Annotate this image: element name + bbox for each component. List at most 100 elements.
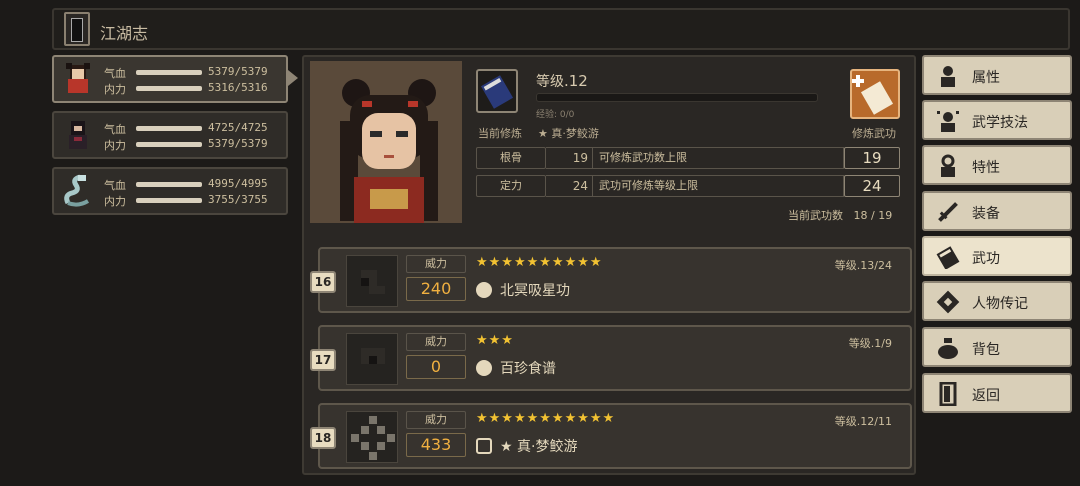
team-member-1[interactable]: 气血 5379/5379 内力 5316/5316 bbox=[52, 55, 288, 103]
attribute-name: 定力 bbox=[476, 175, 546, 197]
train-skill-label: 修炼武功 bbox=[852, 127, 896, 140]
menu-traits[interactable]: 特性 bbox=[922, 145, 1072, 185]
mp-row: 内力 5316/5316 bbox=[104, 81, 284, 96]
power-label: 威力 bbox=[406, 255, 466, 273]
skill-name: 北冥吸星功 bbox=[500, 283, 570, 299]
hp-bar bbox=[136, 182, 202, 187]
mp-value: 5379/5379 bbox=[208, 137, 268, 150]
attribute-row-bone: 根骨 19 可修炼武功数上限 19 bbox=[476, 147, 900, 169]
lock-icon bbox=[476, 438, 492, 454]
attribute-desc: 武功可修炼等级上限 bbox=[592, 175, 844, 197]
skill-name: ★ 真·梦鲛游 bbox=[500, 439, 578, 455]
menu-label: 背包 bbox=[972, 342, 1000, 358]
character-portrait-icon bbox=[69, 121, 87, 149]
skill-index-badge: 17 bbox=[310, 349, 336, 371]
menu-biography[interactable]: 人物传记 bbox=[922, 281, 1072, 321]
door-icon bbox=[939, 382, 957, 406]
power-value: 240 bbox=[406, 277, 466, 301]
menu-equipment[interactable]: 装备 bbox=[922, 191, 1072, 231]
team-member-2[interactable]: 气血 4725/4725 内力 5379/5379 bbox=[52, 111, 288, 159]
person-outline-icon bbox=[941, 154, 955, 177]
menu-label: 人物传记 bbox=[972, 296, 1028, 312]
star-rating: ★★★★★★★★★★★ bbox=[476, 411, 616, 426]
yin-yang-icon bbox=[476, 360, 492, 376]
attribute-limit: 24 bbox=[844, 175, 900, 197]
mp-label: 内力 bbox=[104, 83, 126, 96]
attribute-limit: 19 bbox=[844, 147, 900, 169]
character-portrait-icon bbox=[66, 63, 90, 93]
power-label: 威力 bbox=[406, 333, 466, 351]
train-book-icon bbox=[852, 75, 894, 115]
hp-bar bbox=[136, 70, 202, 75]
skill-pattern-icon bbox=[346, 255, 398, 307]
skill-pattern-icon bbox=[346, 411, 398, 463]
menu-label: 返回 bbox=[972, 388, 1000, 404]
skill-level: 等级.13/24 bbox=[834, 259, 892, 272]
menu-martial-arts[interactable]: 武功 bbox=[922, 236, 1072, 276]
mp-bar bbox=[136, 142, 202, 147]
menu-attributes[interactable]: 属性 bbox=[922, 55, 1072, 95]
skill-card[interactable]: 威力 240 ★★★★★★★★★★ 等级.13/24 北冥吸星功 bbox=[318, 247, 912, 313]
hp-value: 5379/5379 bbox=[208, 65, 268, 78]
power-value: 0 bbox=[406, 355, 466, 379]
star-rating: ★★★ bbox=[476, 333, 514, 348]
team-member-3[interactable]: 气血 4995/4995 内力 3755/3755 bbox=[52, 167, 288, 215]
attribute-value: 19 bbox=[546, 147, 592, 169]
current-training-label: 当前修炼 bbox=[478, 127, 522, 140]
exp-bar bbox=[536, 93, 818, 102]
hp-label: 气血 bbox=[104, 179, 126, 192]
mp-bar bbox=[136, 86, 202, 91]
hp-row: 气血 4995/4995 bbox=[104, 177, 284, 192]
menu-martial-techniques[interactable]: 武学技法 bbox=[922, 100, 1072, 140]
menu-inventory[interactable]: 背包 bbox=[922, 327, 1072, 367]
skill-pattern-icon bbox=[346, 333, 398, 385]
skill-count-value: 18 / 19 bbox=[853, 209, 893, 222]
attribute-desc: 可修炼武功数上限 bbox=[592, 147, 844, 169]
skill-index-badge: 18 bbox=[310, 427, 336, 449]
hero-portrait bbox=[310, 61, 462, 223]
attribute-name: 根骨 bbox=[476, 147, 546, 169]
skill-count: 当前武功数 18 / 19 bbox=[788, 207, 892, 223]
current-training-value: ★ 真·梦鲛游 bbox=[538, 127, 599, 140]
book-icon bbox=[936, 246, 960, 269]
page-title: 江湖志 bbox=[100, 24, 149, 43]
mp-label: 内力 bbox=[104, 195, 126, 208]
power-value: 433 bbox=[406, 433, 466, 457]
person-icon bbox=[941, 66, 955, 87]
train-skill-button[interactable] bbox=[850, 69, 900, 119]
skill-level: 等级.12/11 bbox=[834, 415, 892, 428]
hp-value: 4995/4995 bbox=[208, 177, 268, 190]
star-rating: ★★★★★★★★★★ bbox=[476, 255, 603, 270]
power-label: 威力 bbox=[406, 411, 466, 429]
serpent-portrait-icon bbox=[64, 174, 90, 207]
skill-card[interactable]: 威力 0 ★★★ 等级.1/9 百珍食谱 bbox=[318, 325, 912, 391]
journal-icon bbox=[64, 12, 90, 46]
level-text: 等级.12 bbox=[536, 71, 588, 91]
hp-label: 气血 bbox=[104, 123, 126, 136]
mp-value: 5316/5316 bbox=[208, 81, 268, 94]
attribute-row-focus: 定力 24 武功可修炼等级上限 24 bbox=[476, 175, 900, 197]
skill-card[interactable]: 威力 433 ★★★★★★★★★★★ 等级.12/11 ★ 真·梦鲛游 bbox=[318, 403, 912, 469]
mp-value: 3755/3755 bbox=[208, 193, 268, 206]
menu-label: 属性 bbox=[972, 70, 1000, 86]
exp-text: 经验: 0/0 bbox=[536, 110, 575, 120]
game-screen: 江湖志 气血 5379/5379 内力 5316/5316 气血 4725/47… bbox=[0, 0, 1080, 486]
menu-label: 武功 bbox=[972, 251, 1000, 267]
selected-arrow-icon bbox=[288, 70, 298, 86]
menu-label: 特性 bbox=[972, 160, 1000, 176]
bag-icon bbox=[938, 338, 958, 359]
skill-book-icon bbox=[476, 69, 518, 113]
skill-index-badge: 16 bbox=[310, 271, 336, 293]
hp-row: 气血 5379/5379 bbox=[104, 65, 284, 80]
sword-icon bbox=[938, 202, 958, 222]
mp-row: 内力 3755/3755 bbox=[104, 193, 284, 208]
skill-name: 百珍食谱 bbox=[500, 361, 556, 377]
title-bar: 江湖志 bbox=[52, 8, 1070, 50]
mp-bar bbox=[136, 198, 202, 203]
hp-row: 气血 4725/4725 bbox=[104, 121, 284, 136]
level-value: .12 bbox=[564, 72, 588, 90]
star-person-icon bbox=[937, 111, 959, 132]
yin-yang-icon bbox=[476, 282, 492, 298]
menu-back[interactable]: 返回 bbox=[922, 373, 1072, 413]
menu-label: 武学技法 bbox=[972, 115, 1028, 131]
